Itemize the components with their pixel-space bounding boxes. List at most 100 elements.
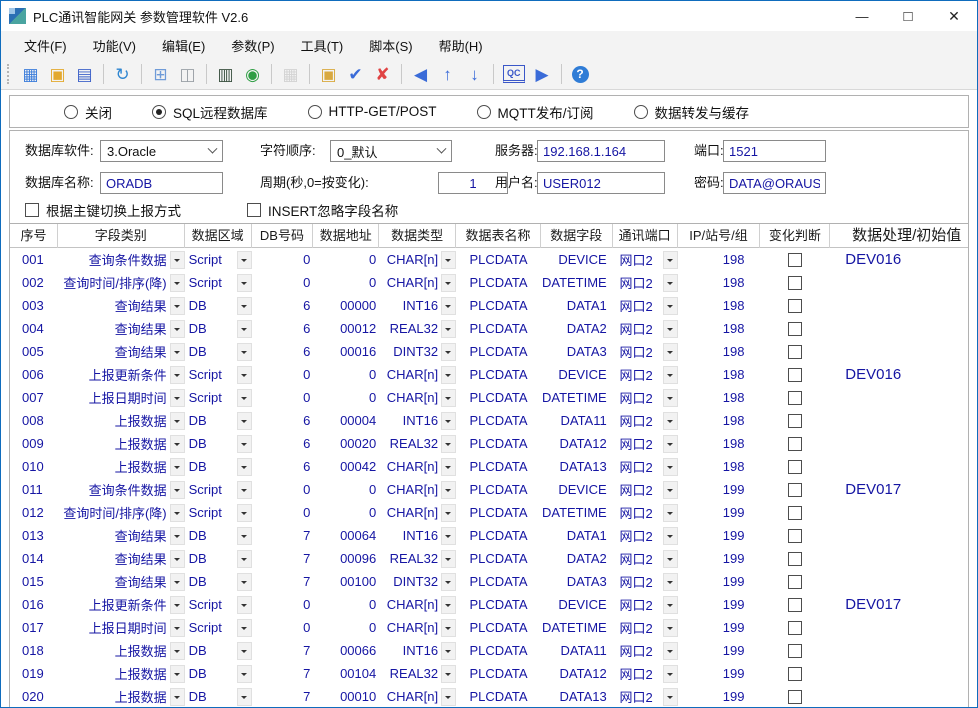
cell-field[interactable]: DATA13 bbox=[541, 685, 613, 708]
dropdown-arrow-icon[interactable] bbox=[663, 297, 678, 315]
cell-db[interactable]: 0 bbox=[252, 593, 314, 616]
change-checkbox-icon[interactable] bbox=[788, 598, 802, 612]
cell-field[interactable]: DATA12 bbox=[541, 662, 613, 685]
menu-item[interactable]: 脚本(S) bbox=[356, 32, 425, 59]
change-checkbox-icon[interactable] bbox=[788, 483, 802, 497]
cell-db[interactable]: 0 bbox=[252, 363, 314, 386]
cell-db[interactable]: 6 bbox=[252, 432, 314, 455]
dropdown-arrow-icon[interactable] bbox=[237, 435, 252, 453]
cell-init[interactable] bbox=[830, 685, 968, 708]
cell-db[interactable]: 0 bbox=[252, 271, 314, 294]
close-button[interactable]: ✕ bbox=[931, 1, 977, 31]
cell-db[interactable]: 6 bbox=[252, 340, 314, 363]
cell-field[interactable]: DATA13 bbox=[541, 455, 613, 478]
option-checkbox[interactable]: 根据主键切换上报方式 bbox=[25, 200, 181, 220]
dropdown-arrow-icon[interactable] bbox=[441, 619, 456, 637]
db-name-input[interactable] bbox=[100, 172, 223, 194]
open-folder-icon[interactable]: ▣ bbox=[44, 62, 71, 86]
table-row[interactable]: 015 查询结果 DB 7 00100 bbox=[10, 570, 968, 593]
dropdown-arrow-icon[interactable] bbox=[237, 458, 252, 476]
cell-tablename[interactable]: PLCDATA bbox=[456, 317, 541, 340]
cell-ip[interactable]: 199 bbox=[678, 547, 761, 570]
cell-tablename[interactable]: PLCDATA bbox=[456, 685, 541, 708]
cell-ip[interactable]: 199 bbox=[678, 639, 761, 662]
cell-field[interactable]: DEVICE bbox=[541, 478, 613, 501]
dropdown-arrow-icon[interactable] bbox=[663, 619, 678, 637]
cell-init[interactable] bbox=[830, 294, 968, 317]
save-icon[interactable]: ▤ bbox=[71, 62, 98, 86]
cell-ip[interactable]: 198 bbox=[678, 294, 761, 317]
dropdown-arrow-icon[interactable] bbox=[237, 343, 252, 361]
cell-db[interactable]: 7 bbox=[252, 639, 314, 662]
cell-address[interactable]: 0 bbox=[313, 616, 379, 639]
dropdown-arrow-icon[interactable] bbox=[663, 665, 678, 683]
table-row[interactable]: 018 上报数据 DB 7 00066 bbox=[10, 639, 968, 662]
cell-init[interactable]: DEV016 bbox=[830, 248, 968, 271]
change-checkbox-icon[interactable] bbox=[788, 414, 802, 428]
dropdown-arrow-icon[interactable] bbox=[663, 435, 678, 453]
cell-address[interactable]: 00100 bbox=[313, 570, 379, 593]
dropdown-arrow-icon[interactable] bbox=[663, 251, 678, 269]
change-checkbox-icon[interactable] bbox=[788, 460, 802, 474]
grid-icon[interactable]: ▦ bbox=[277, 62, 304, 86]
dropdown-arrow-icon[interactable] bbox=[170, 297, 185, 315]
cell-address[interactable]: 00004 bbox=[313, 409, 379, 432]
dropdown-arrow-icon[interactable] bbox=[441, 366, 456, 384]
port-input[interactable] bbox=[723, 140, 826, 162]
change-checkbox-icon[interactable] bbox=[788, 644, 802, 658]
cell-ip[interactable]: 199 bbox=[678, 662, 761, 685]
cell-tablename[interactable]: PLCDATA bbox=[456, 478, 541, 501]
dropdown-arrow-icon[interactable] bbox=[441, 412, 456, 430]
cell-tablename[interactable]: PLCDATA bbox=[456, 386, 541, 409]
dropdown-arrow-icon[interactable] bbox=[237, 596, 252, 614]
table-row[interactable]: 019 上报数据 DB 7 00104 bbox=[10, 662, 968, 685]
cell-field[interactable]: DATETIME bbox=[541, 271, 613, 294]
cell-tablename[interactable]: PLCDATA bbox=[456, 547, 541, 570]
cell-field[interactable]: DEVICE bbox=[541, 248, 613, 271]
cell-init[interactable] bbox=[830, 524, 968, 547]
cell-ip[interactable]: 198 bbox=[678, 317, 761, 340]
cell-tablename[interactable]: PLCDATA bbox=[456, 616, 541, 639]
cell-ip[interactable]: 199 bbox=[678, 501, 761, 524]
dropdown-arrow-icon[interactable] bbox=[170, 596, 185, 614]
table-row[interactable]: 016 上报更新条件 Script 0 0 bbox=[10, 593, 968, 616]
cell-field[interactable]: DATETIME bbox=[541, 616, 613, 639]
menu-item[interactable]: 文件(F) bbox=[11, 32, 80, 59]
dropdown-arrow-icon[interactable] bbox=[237, 481, 252, 499]
cell-db[interactable]: 0 bbox=[252, 478, 314, 501]
dropdown-arrow-icon[interactable] bbox=[237, 688, 252, 706]
cell-address[interactable]: 00012 bbox=[313, 317, 379, 340]
dropdown-arrow-icon[interactable] bbox=[663, 458, 678, 476]
dropdown-arrow-icon[interactable] bbox=[237, 274, 252, 292]
cell-tablename[interactable]: PLCDATA bbox=[456, 340, 541, 363]
cell-field[interactable]: DATA11 bbox=[541, 639, 613, 662]
cell-init[interactable] bbox=[830, 317, 968, 340]
cell-db[interactable]: 6 bbox=[252, 455, 314, 478]
cell-field[interactable]: DATA11 bbox=[541, 409, 613, 432]
cell-ip[interactable]: 199 bbox=[678, 616, 761, 639]
password-input[interactable] bbox=[723, 172, 826, 194]
dropdown-arrow-icon[interactable] bbox=[237, 527, 252, 545]
cell-ip[interactable]: 198 bbox=[678, 340, 761, 363]
dropdown-arrow-icon[interactable] bbox=[663, 688, 678, 706]
dropdown-arrow-icon[interactable] bbox=[663, 550, 678, 568]
cell-field[interactable]: DATETIME bbox=[541, 501, 613, 524]
cell-field[interactable]: DEVICE bbox=[541, 593, 613, 616]
option-checkbox[interactable]: INSERT忽略字段名称 bbox=[247, 200, 398, 220]
table-row[interactable]: 014 查询结果 DB 7 00096 bbox=[10, 547, 968, 570]
change-checkbox-icon[interactable] bbox=[788, 299, 802, 313]
cell-field[interactable]: DATA3 bbox=[541, 570, 613, 593]
cell-address[interactable]: 00010 bbox=[313, 685, 379, 708]
dropdown-arrow-icon[interactable] bbox=[170, 320, 185, 338]
apply-check-icon[interactable]: ✔ bbox=[342, 62, 369, 86]
move-up-icon[interactable]: ↑ bbox=[434, 62, 461, 86]
db-software-select[interactable]: 3.Oracle bbox=[100, 140, 223, 162]
dropdown-arrow-icon[interactable] bbox=[237, 504, 252, 522]
change-checkbox-icon[interactable] bbox=[788, 552, 802, 566]
cell-db[interactable]: 7 bbox=[252, 685, 314, 708]
dropdown-arrow-icon[interactable] bbox=[441, 596, 456, 614]
username-input[interactable] bbox=[537, 172, 665, 194]
cell-db[interactable]: 0 bbox=[252, 386, 314, 409]
dropdown-arrow-icon[interactable] bbox=[170, 412, 185, 430]
table-row[interactable]: 007 上报日期时间 Script 0 0 bbox=[10, 386, 968, 409]
